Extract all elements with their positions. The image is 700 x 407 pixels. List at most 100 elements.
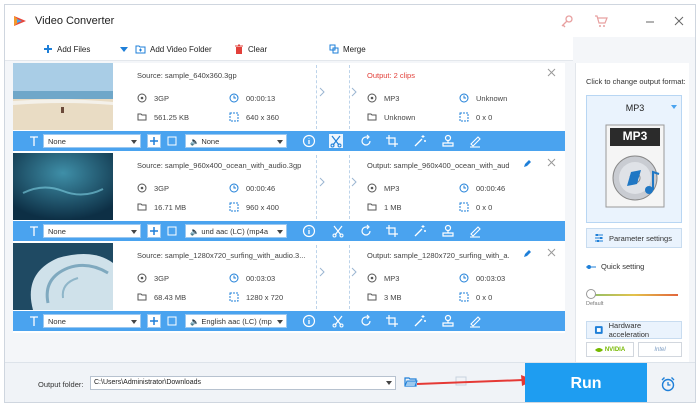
- effects-icon[interactable]: [413, 314, 427, 328]
- quick-setting-label: Quick setting: [586, 262, 644, 271]
- edit-toolbar: None 🔈 und aac (LC) (mp4a: [13, 221, 565, 241]
- output-folder-dropdown-icon[interactable]: [386, 381, 392, 385]
- audio-track-select[interactable]: 🔈 None: [185, 134, 287, 148]
- chevron-right-icon: [351, 267, 357, 277]
- info-icon[interactable]: [302, 134, 316, 148]
- effects-icon[interactable]: [413, 224, 427, 238]
- video-thumbnail[interactable]: [13, 63, 113, 130]
- run-button[interactable]: Run: [525, 363, 647, 402]
- audio-track-select[interactable]: 🔈 und aac (LC) (mp4a: [185, 224, 287, 238]
- rename-pen-icon[interactable]: [523, 249, 532, 258]
- output-duration: 00:03:03: [459, 273, 505, 283]
- subtitle-icon: [30, 136, 38, 146]
- output-format-selector[interactable]: MP3 MP3: [586, 95, 682, 223]
- subtitle-select[interactable]: None: [43, 134, 141, 148]
- output-duration: Unknown: [459, 93, 507, 103]
- video-format-icon: [137, 93, 147, 103]
- info-icon[interactable]: [302, 314, 316, 328]
- output-folder-input[interactable]: C:\Users\Administrator\Downloads: [90, 376, 396, 390]
- cart-icon[interactable]: [594, 14, 608, 28]
- clock-icon: [229, 273, 239, 283]
- watermark-icon[interactable]: [441, 134, 455, 148]
- add-video-folder-button[interactable]: Add Video Folder: [135, 43, 212, 55]
- rotate-icon[interactable]: [359, 314, 373, 328]
- add-subtitle-button[interactable]: [147, 134, 161, 148]
- file-item: Source: sample_960x400_ocean_with_audio.…: [13, 153, 565, 242]
- hardware-acceleration-toggle[interactable]: Hardware acceleration: [586, 321, 682, 339]
- subtitle-select[interactable]: None: [43, 224, 141, 238]
- minimize-icon[interactable]: [643, 14, 657, 28]
- folder-plus-icon: [135, 45, 146, 54]
- output-filename[interactable]: Output: sample_1280x720_surfing_with_a..…: [367, 251, 509, 260]
- remove-item-icon[interactable]: [547, 248, 556, 257]
- info-icon[interactable]: [302, 224, 316, 238]
- output-filename[interactable]: Output: sample_960x400_ocean_with_audi..…: [367, 161, 509, 170]
- cut-icon[interactable]: [329, 134, 343, 148]
- quality-slider-handle[interactable]: [586, 289, 596, 299]
- file-item: Source: sample_1280x720_surfing_with_aud…: [13, 243, 565, 332]
- folder-icon: [367, 113, 377, 121]
- video-format-icon: [367, 93, 377, 103]
- alarm-clock-icon[interactable]: [660, 376, 676, 392]
- output-resolution: 0 x 0: [459, 202, 492, 212]
- column-divider: [349, 65, 350, 129]
- chevron-right-icon: [319, 177, 325, 187]
- source-size: 561.25 KB: [137, 112, 189, 122]
- subtitle-options-icon[interactable]: [165, 224, 179, 238]
- remove-item-icon[interactable]: [547, 158, 556, 167]
- chip-icon: [594, 326, 603, 334]
- title-bar: Video Converter: [5, 5, 695, 37]
- rotate-icon[interactable]: [359, 134, 373, 148]
- quality-slider-track[interactable]: [590, 294, 678, 296]
- close-window-icon[interactable]: [672, 14, 686, 28]
- watermark-icon[interactable]: [441, 224, 455, 238]
- cut-icon[interactable]: [331, 314, 345, 328]
- add-files-button[interactable]: Add Files: [43, 43, 90, 55]
- source-format: 3GP: [137, 273, 169, 283]
- subtitle-select[interactable]: None: [43, 314, 141, 328]
- add-files-label: Add Files: [57, 44, 91, 54]
- key-icon[interactable]: [560, 14, 574, 28]
- merge-icon: [329, 44, 339, 54]
- subtitle-options-icon[interactable]: [165, 134, 179, 148]
- output-filename[interactable]: Output: 2 clips: [367, 71, 509, 80]
- folder-icon: [367, 293, 377, 301]
- resolution-icon: [229, 112, 239, 122]
- resolution-icon: [229, 292, 239, 302]
- rename-pen-icon[interactable]: [523, 159, 532, 168]
- edit-toolbar: None 🔈 English aac (LC) (mp: [13, 311, 565, 331]
- red-arrow-annotation: [416, 375, 534, 386]
- remove-item-icon[interactable]: [547, 68, 556, 77]
- crop-icon[interactable]: [385, 314, 399, 328]
- edit-subtitle-icon[interactable]: [468, 134, 482, 148]
- source-duration: 00:00:13: [229, 93, 275, 103]
- video-thumbnail[interactable]: [13, 243, 113, 310]
- merge-label: Merge: [343, 44, 366, 54]
- crop-icon[interactable]: [385, 224, 399, 238]
- output-format: MP3: [367, 273, 399, 283]
- clock-icon: [229, 183, 239, 193]
- resolution-icon: [459, 112, 469, 122]
- source-resolution: 960 x 400: [229, 202, 279, 212]
- clear-button[interactable]: Clear: [234, 43, 267, 55]
- plus-icon: [150, 317, 158, 325]
- subtitle-options-icon[interactable]: [165, 314, 179, 328]
- edit-subtitle-icon[interactable]: [468, 314, 482, 328]
- video-thumbnail[interactable]: [13, 153, 113, 220]
- audio-track-select[interactable]: 🔈 English aac (LC) (mp: [185, 314, 287, 328]
- merge-button[interactable]: Merge: [329, 43, 366, 55]
- watermark-icon[interactable]: [441, 314, 455, 328]
- add-subtitle-button[interactable]: [147, 224, 161, 238]
- cut-icon[interactable]: [331, 224, 345, 238]
- add-subtitle-button[interactable]: [147, 314, 161, 328]
- chevron-right-icon: [319, 87, 325, 97]
- rotate-icon[interactable]: [359, 224, 373, 238]
- speaker-icon: 🔈: [190, 316, 200, 326]
- video-format-icon: [367, 183, 377, 193]
- add-files-dropdown-icon[interactable]: [120, 47, 128, 53]
- crop-icon[interactable]: [385, 134, 399, 148]
- parameter-settings-button[interactable]: Parameter settings: [586, 228, 682, 248]
- output-duration: 00:00:46: [459, 183, 505, 193]
- effects-icon[interactable]: [413, 134, 427, 148]
- edit-subtitle-icon[interactable]: [468, 224, 482, 238]
